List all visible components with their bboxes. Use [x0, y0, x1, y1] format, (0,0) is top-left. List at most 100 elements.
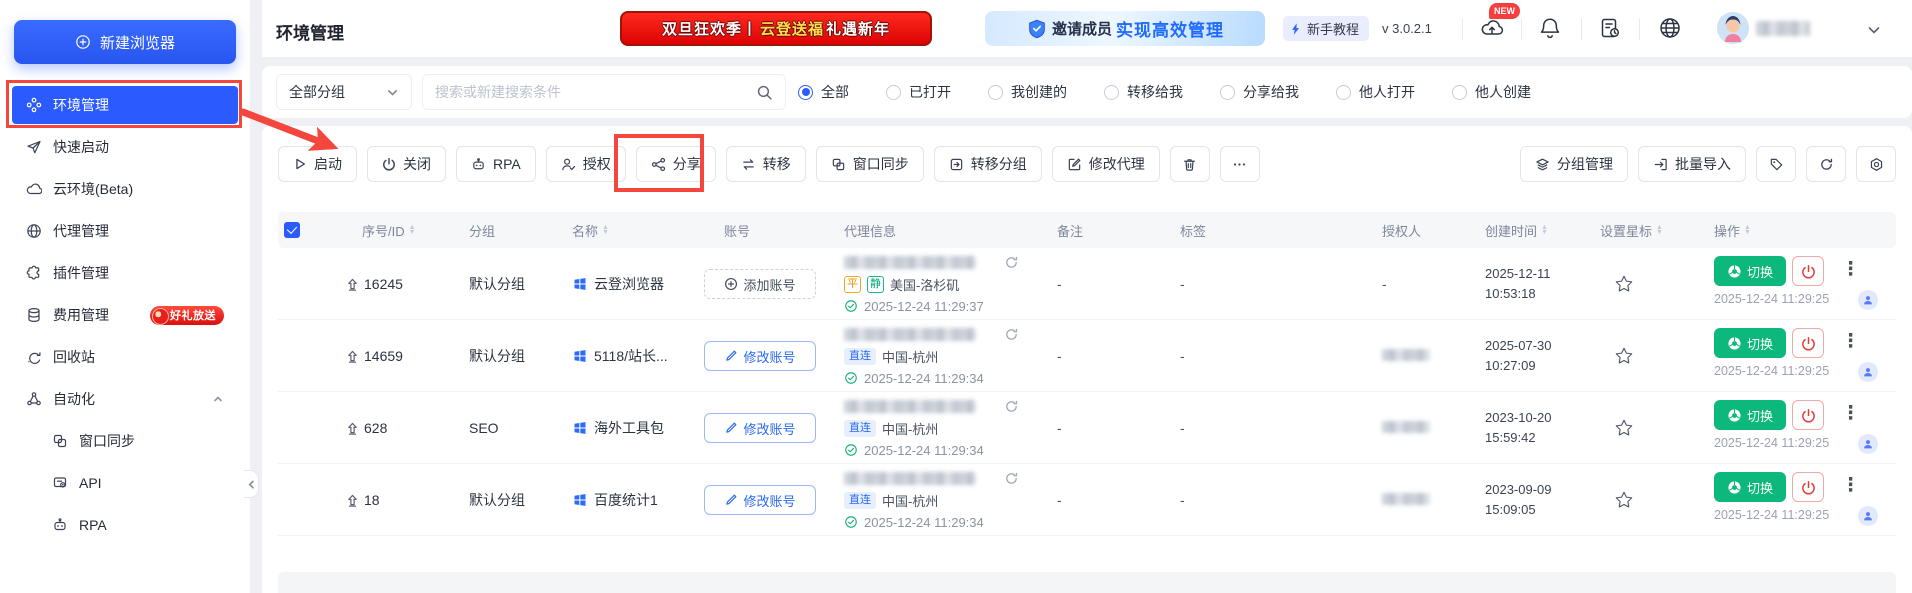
power-off-button[interactable]: [1792, 472, 1824, 502]
cloud-upload-icon[interactable]: [1480, 16, 1504, 40]
member-icon[interactable]: [1858, 362, 1878, 382]
language-globe-icon[interactable]: [1658, 16, 1682, 40]
sort-icon[interactable]: ▲ ▼: [1656, 224, 1663, 236]
tutorial-badge[interactable]: 新手教程: [1283, 16, 1370, 41]
page-title: 环境管理: [276, 24, 344, 43]
start-button[interactable]: 启动: [278, 146, 357, 182]
log-icon[interactable]: [1598, 16, 1622, 40]
promo-banner-invite[interactable]: 邀请成员 实现高效管理: [985, 11, 1265, 46]
authorizer-redacted: [1382, 349, 1430, 361]
power-icon: [1801, 408, 1816, 423]
star-icon[interactable]: [1614, 346, 1634, 366]
transfer-group-button[interactable]: 转移分组: [933, 146, 1042, 182]
switch-button[interactable]: 切换: [1714, 472, 1786, 502]
promo-banner-festival[interactable]: 双旦狂欢季丨 云登送福 礼遇新年: [620, 11, 932, 46]
select-all-checkbox[interactable]: [284, 222, 300, 238]
radio-shared-to-me[interactable]: 分享给我: [1220, 82, 1299, 102]
rpa-button[interactable]: RPA: [456, 146, 536, 182]
delete-button[interactable]: [1169, 146, 1210, 182]
switch-button[interactable]: 切换: [1714, 256, 1786, 286]
row-more-icon[interactable]: ⋮: [1841, 476, 1860, 496]
member-icon[interactable]: [1858, 434, 1878, 454]
star-icon[interactable]: [1614, 274, 1634, 294]
group-manage-button[interactable]: 分组管理: [1520, 146, 1628, 182]
edit-account-button[interactable]: 修改账号: [704, 341, 816, 371]
transfer-button[interactable]: 转移: [725, 146, 806, 182]
account-action-label: 添加账号: [743, 277, 796, 293]
edit-account-button[interactable]: 修改账号: [704, 413, 816, 443]
authorize-label: 授权: [582, 156, 611, 172]
toolbar: 启动 关闭 RPA 授权 分享 转移 窗口同步 转移分组 修改代理 分组管理 批…: [278, 146, 1896, 182]
sort-icon[interactable]: ▲ ▼: [1541, 224, 1548, 236]
search-icon[interactable]: [756, 84, 773, 101]
sidebar-item-plugin-manage[interactable]: 插件管理: [12, 254, 238, 292]
env-group: 默认分组: [469, 348, 525, 364]
sidebar-item-proxy-manage[interactable]: 代理管理: [12, 212, 238, 250]
radio-dot: [1220, 84, 1235, 100]
batch-import-button[interactable]: 批量导入: [1638, 146, 1746, 182]
avatar[interactable]: [1717, 12, 1749, 44]
new-browser-button[interactable]: 新建浏览器: [14, 20, 236, 64]
window-sync-button[interactable]: 窗口同步: [815, 146, 924, 182]
sidebar-item-cloud-env[interactable]: 云环境(Beta): [12, 170, 238, 208]
sidebar-item-api[interactable]: API: [12, 464, 238, 502]
coins-icon: [26, 307, 42, 323]
refresh-button[interactable]: [1806, 146, 1846, 182]
start-label: 启动: [314, 156, 342, 172]
account-chevron-down-icon[interactable]: [1866, 22, 1882, 38]
switch-button[interactable]: 切换: [1714, 328, 1786, 358]
radio-created-by-others[interactable]: 他人创建: [1452, 82, 1531, 102]
star-icon[interactable]: [1614, 418, 1634, 438]
sort-icon[interactable]: ▲ ▼: [602, 224, 609, 236]
proxy-refresh-icon[interactable]: [1004, 471, 1019, 486]
sort-icon[interactable]: ▲ ▼: [409, 224, 416, 236]
sidebar-item-automation[interactable]: 自动化: [12, 380, 238, 418]
power-off-button[interactable]: [1792, 400, 1824, 430]
table-settings-button[interactable]: [1856, 146, 1896, 182]
member-icon[interactable]: [1858, 290, 1878, 310]
proxy-refresh-icon[interactable]: [1004, 327, 1019, 342]
authorize-button[interactable]: 授权: [545, 146, 626, 182]
member-icon[interactable]: [1858, 506, 1878, 526]
sidebar-item-rpa[interactable]: RPA: [12, 506, 238, 544]
radio-transferred-to-me[interactable]: 转移给我: [1104, 82, 1183, 102]
sort-icon[interactable]: ▲ ▼: [1744, 224, 1751, 236]
radio-opened-by-others[interactable]: 他人打开: [1336, 82, 1415, 102]
power-icon: [1801, 480, 1816, 495]
sidebar-collapse-handle[interactable]: [244, 470, 259, 498]
sidebar-item-label: 云环境(Beta): [53, 181, 134, 197]
power-off-button[interactable]: [1792, 256, 1824, 286]
sidebar-item-window-sync[interactable]: 窗口同步: [12, 422, 238, 460]
sidebar-item-label: 自动化: [53, 391, 95, 407]
robot-icon: [52, 517, 68, 533]
radio-created-by-me[interactable]: 我创建的: [988, 82, 1067, 102]
power-off-button[interactable]: [1792, 328, 1824, 358]
proxy-refresh-icon[interactable]: [1004, 399, 1019, 414]
chevron-up-icon[interactable]: [212, 393, 224, 405]
switch-button[interactable]: 切换: [1714, 400, 1786, 430]
sidebar-item-label: 插件管理: [53, 265, 109, 281]
proxy-refresh-icon[interactable]: [1004, 255, 1019, 270]
row-more-icon[interactable]: ⋮: [1841, 404, 1860, 424]
search-input[interactable]: [435, 84, 756, 100]
group-select[interactable]: 全部分组: [276, 74, 412, 110]
radio-opened[interactable]: 已打开: [886, 82, 951, 102]
more-actions-button[interactable]: [1219, 146, 1260, 182]
bell-icon[interactable]: [1538, 16, 1562, 40]
username-redacted[interactable]: [1756, 21, 1810, 36]
edit-account-button[interactable]: 修改账号: [704, 485, 816, 515]
sidebar-item-fee-manage[interactable]: 费用管理 好礼放送: [12, 296, 238, 334]
share-button[interactable]: 分享: [635, 146, 716, 182]
radio-all[interactable]: 全部: [798, 82, 849, 102]
row-more-icon[interactable]: ⋮: [1841, 332, 1860, 352]
modify-proxy-button[interactable]: 修改代理: [1051, 146, 1160, 182]
sidebar-item-quick-launch[interactable]: 快速启动: [12, 128, 238, 166]
row-more-icon[interactable]: ⋮: [1841, 260, 1860, 280]
star-icon[interactable]: [1614, 490, 1634, 510]
gift-promo-badge[interactable]: 好礼放送: [150, 305, 224, 325]
sidebar-item-recycle-bin[interactable]: 回收站: [12, 338, 238, 376]
add-account-button[interactable]: 添加账号: [704, 269, 816, 299]
sidebar-item-env-manage[interactable]: 环境管理: [12, 86, 238, 124]
tag-button[interactable]: [1756, 146, 1796, 182]
close-button[interactable]: 关闭: [367, 146, 446, 182]
